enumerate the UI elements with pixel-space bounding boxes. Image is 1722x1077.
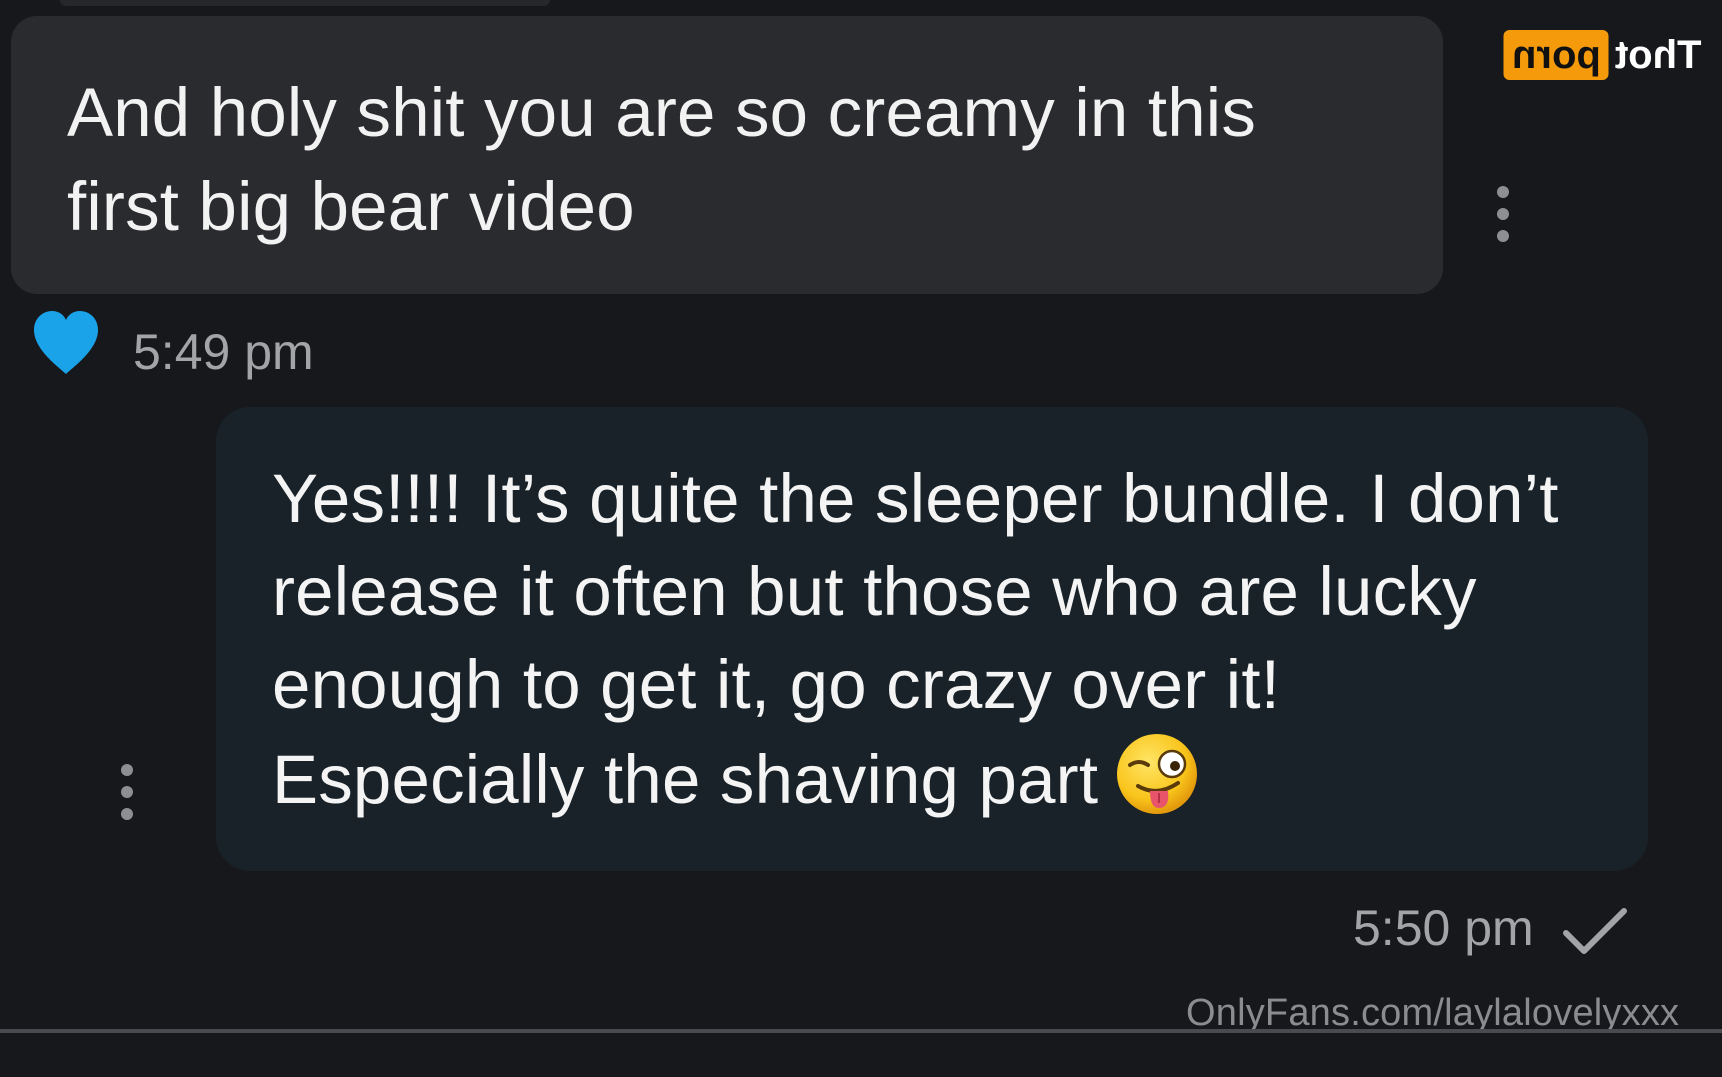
bottom-divider [0, 1029, 1722, 1033]
outgoing-message-bubble[interactable]: Yes!!!! It’s quite the sleeper bundle. I… [216, 407, 1648, 871]
winking-face-with-tongue-icon [1117, 734, 1198, 814]
check-icon [1563, 908, 1627, 954]
outgoing-message-time: 5:50 pm [1353, 900, 1534, 956]
logo-part-thot: Thot [1614, 33, 1702, 77]
outgoing-message-options-icon[interactable] [117, 764, 137, 824]
chat-screen: And holy shit you are so creamy in this … [0, 0, 1722, 1077]
incoming-message-options-icon[interactable] [1493, 186, 1513, 246]
outgoing-message-text-content: Yes!!!! It’s quite the sleeper bundle. I… [272, 460, 1559, 818]
heart-like-icon[interactable] [30, 308, 102, 378]
incoming-message-bubble[interactable]: And holy shit you are so creamy in this … [11, 16, 1443, 294]
incoming-message-time: 5:49 pm [133, 324, 314, 380]
previous-message-edge [60, 0, 550, 6]
outgoing-message-text: Yes!!!! It’s quite the sleeper bundle. I… [272, 452, 1592, 826]
logo-part-porn: porn [1504, 30, 1609, 80]
thotporn-logo: Thot porn [1504, 30, 1702, 80]
incoming-message-text: And holy shit you are so creamy in this … [67, 74, 1257, 245]
